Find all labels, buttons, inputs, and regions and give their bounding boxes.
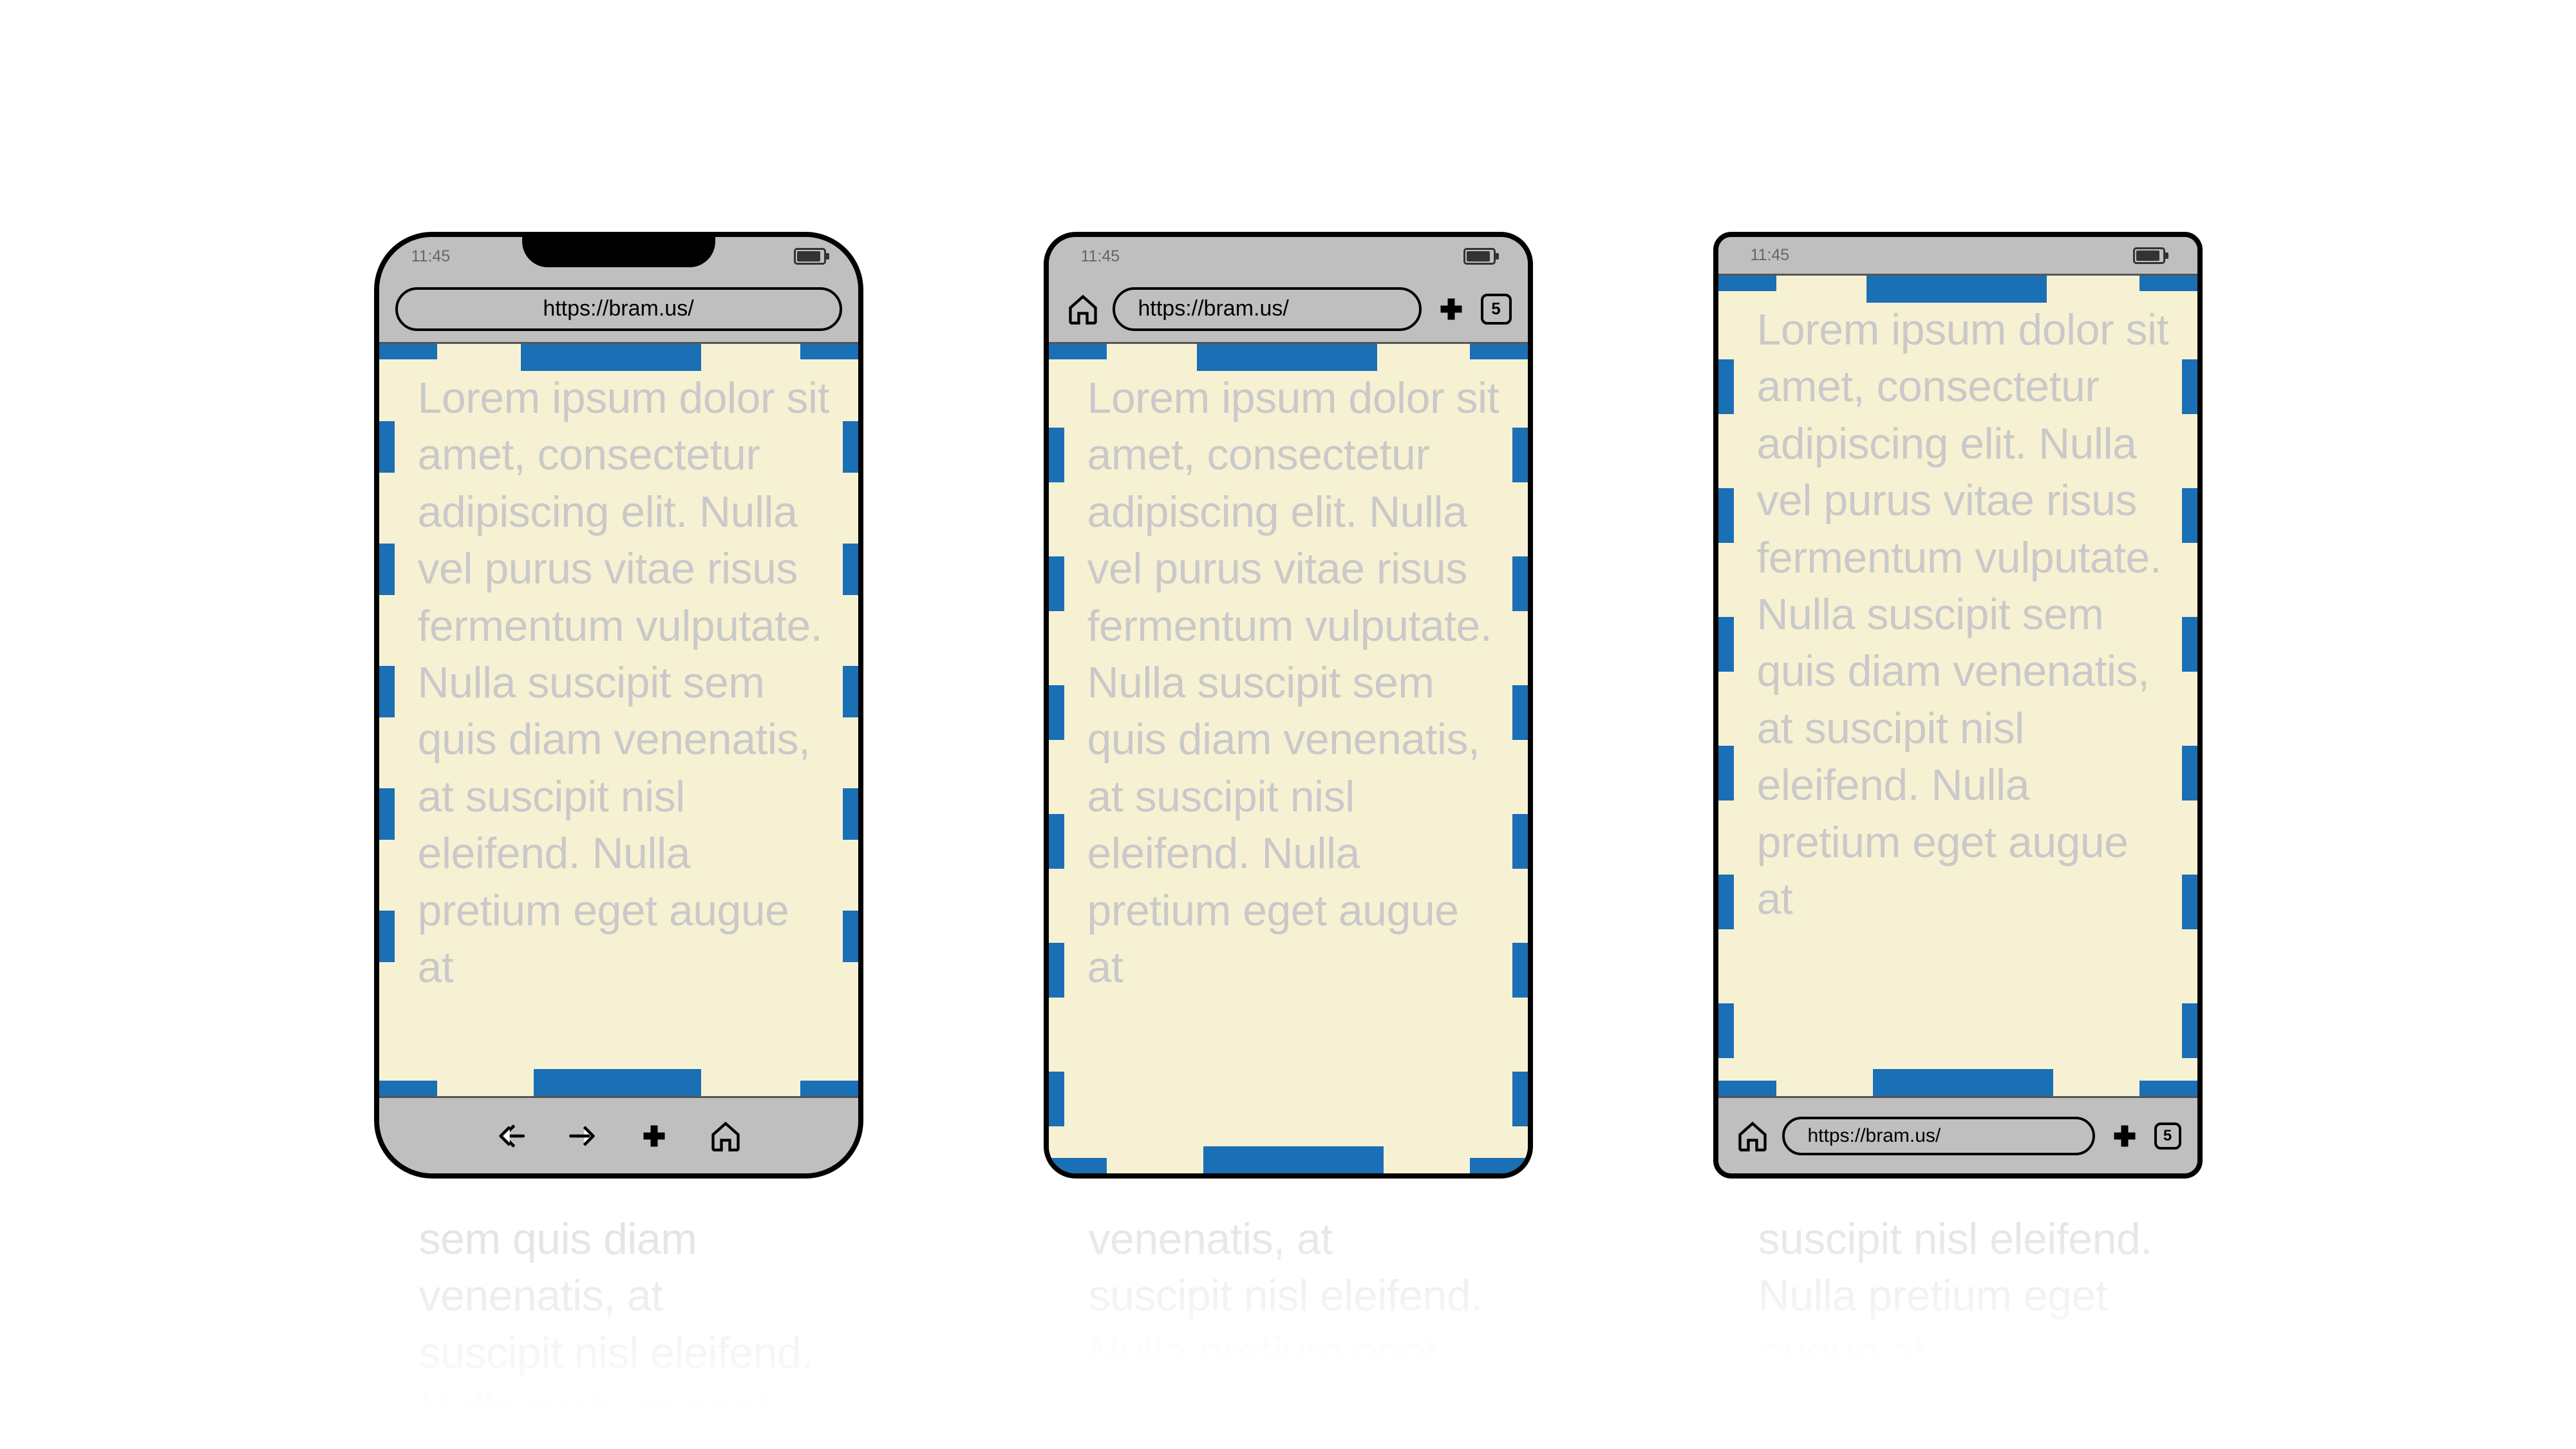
- phone-frame: 11:45 https://bram.us/: [374, 232, 863, 1179]
- tab-count-button[interactable]: 5: [2154, 1122, 2181, 1150]
- browser-chrome-bottom: https://bram.us/ 5: [1718, 1096, 2197, 1173]
- notch: [522, 232, 715, 267]
- back-button[interactable]: [493, 1118, 529, 1154]
- home-button[interactable]: [1065, 291, 1101, 327]
- phone-mockup-3: 11:45: [1713, 232, 2203, 1381]
- home-button[interactable]: [1735, 1118, 1771, 1154]
- battery-icon: [2133, 247, 2165, 264]
- viewport: Lorem ipsum dolor sit amet, consectetur …: [1049, 344, 1528, 1173]
- add-tab-button[interactable]: [2107, 1118, 2143, 1154]
- overflow-text: sem quis diam venenatis, at suscipit nis…: [419, 1211, 818, 1439]
- add-tab-button[interactable]: [636, 1118, 672, 1154]
- url-bar[interactable]: https://bram.us/: [1782, 1117, 2095, 1155]
- url-text: https://bram.us/: [1808, 1125, 1941, 1147]
- phone-mockup-1: 11:45 https://bram.us/: [374, 232, 863, 1439]
- overflow-text: venenatis, at suscipit nisl eleifend. Nu…: [1089, 1211, 1488, 1381]
- status-bar: 11:45: [1049, 237, 1528, 276]
- viewport: Lorem ipsum dolor sit amet, consectetur …: [379, 344, 858, 1096]
- content-overflow: venenatis, at suscipit nisl eleifend. Nu…: [1044, 1179, 1533, 1381]
- forward-button[interactable]: [565, 1118, 601, 1154]
- status-time: 11:45: [1751, 246, 1790, 265]
- url-text: https://bram.us/: [1138, 296, 1289, 321]
- url-bar[interactable]: https://bram.us/: [395, 287, 842, 331]
- phone-frame: 11:45: [1713, 232, 2203, 1179]
- page-content: Lorem ipsum dolor sit amet, consectetur …: [418, 370, 832, 996]
- home-button[interactable]: [708, 1118, 744, 1154]
- diagram-container: 11:45 https://bram.us/: [374, 232, 2203, 1439]
- status-bar: 11:45: [1718, 237, 2197, 276]
- page-content: Lorem ipsum dolor sit amet, consectetur …: [1757, 301, 2172, 927]
- viewport: Lorem ipsum dolor sit amet, consectetur …: [1718, 276, 2197, 1096]
- page-content: Lorem ipsum dolor sit amet, consectetur …: [1087, 370, 1502, 996]
- browser-toolbar-bottom: [379, 1096, 858, 1173]
- phone-frame: 11:45 https://bram.us/ 5: [1044, 232, 1533, 1179]
- add-tab-button[interactable]: [1433, 291, 1469, 327]
- battery-icon: [1463, 248, 1496, 265]
- content-overflow: sem quis diam venenatis, at suscipit nis…: [374, 1179, 863, 1439]
- status-time: 11:45: [1081, 247, 1120, 266]
- content-overflow: suscipit nisl eleifend. Nulla pretium eg…: [1713, 1179, 2203, 1381]
- status-bar: 11:45: [379, 237, 858, 276]
- browser-chrome-top: https://bram.us/ 5: [1049, 276, 1528, 344]
- url-bar[interactable]: https://bram.us/: [1113, 287, 1422, 331]
- browser-chrome-top: https://bram.us/: [379, 276, 858, 344]
- overflow-text: suscipit nisl eleifend. Nulla pretium eg…: [1758, 1211, 2158, 1381]
- url-text: https://bram.us/: [543, 296, 693, 321]
- battery-icon: [794, 248, 826, 265]
- tab-count-button[interactable]: 5: [1481, 294, 1512, 325]
- status-time: 11:45: [411, 247, 451, 266]
- phone-mockup-2: 11:45 https://bram.us/ 5: [1044, 232, 1533, 1381]
